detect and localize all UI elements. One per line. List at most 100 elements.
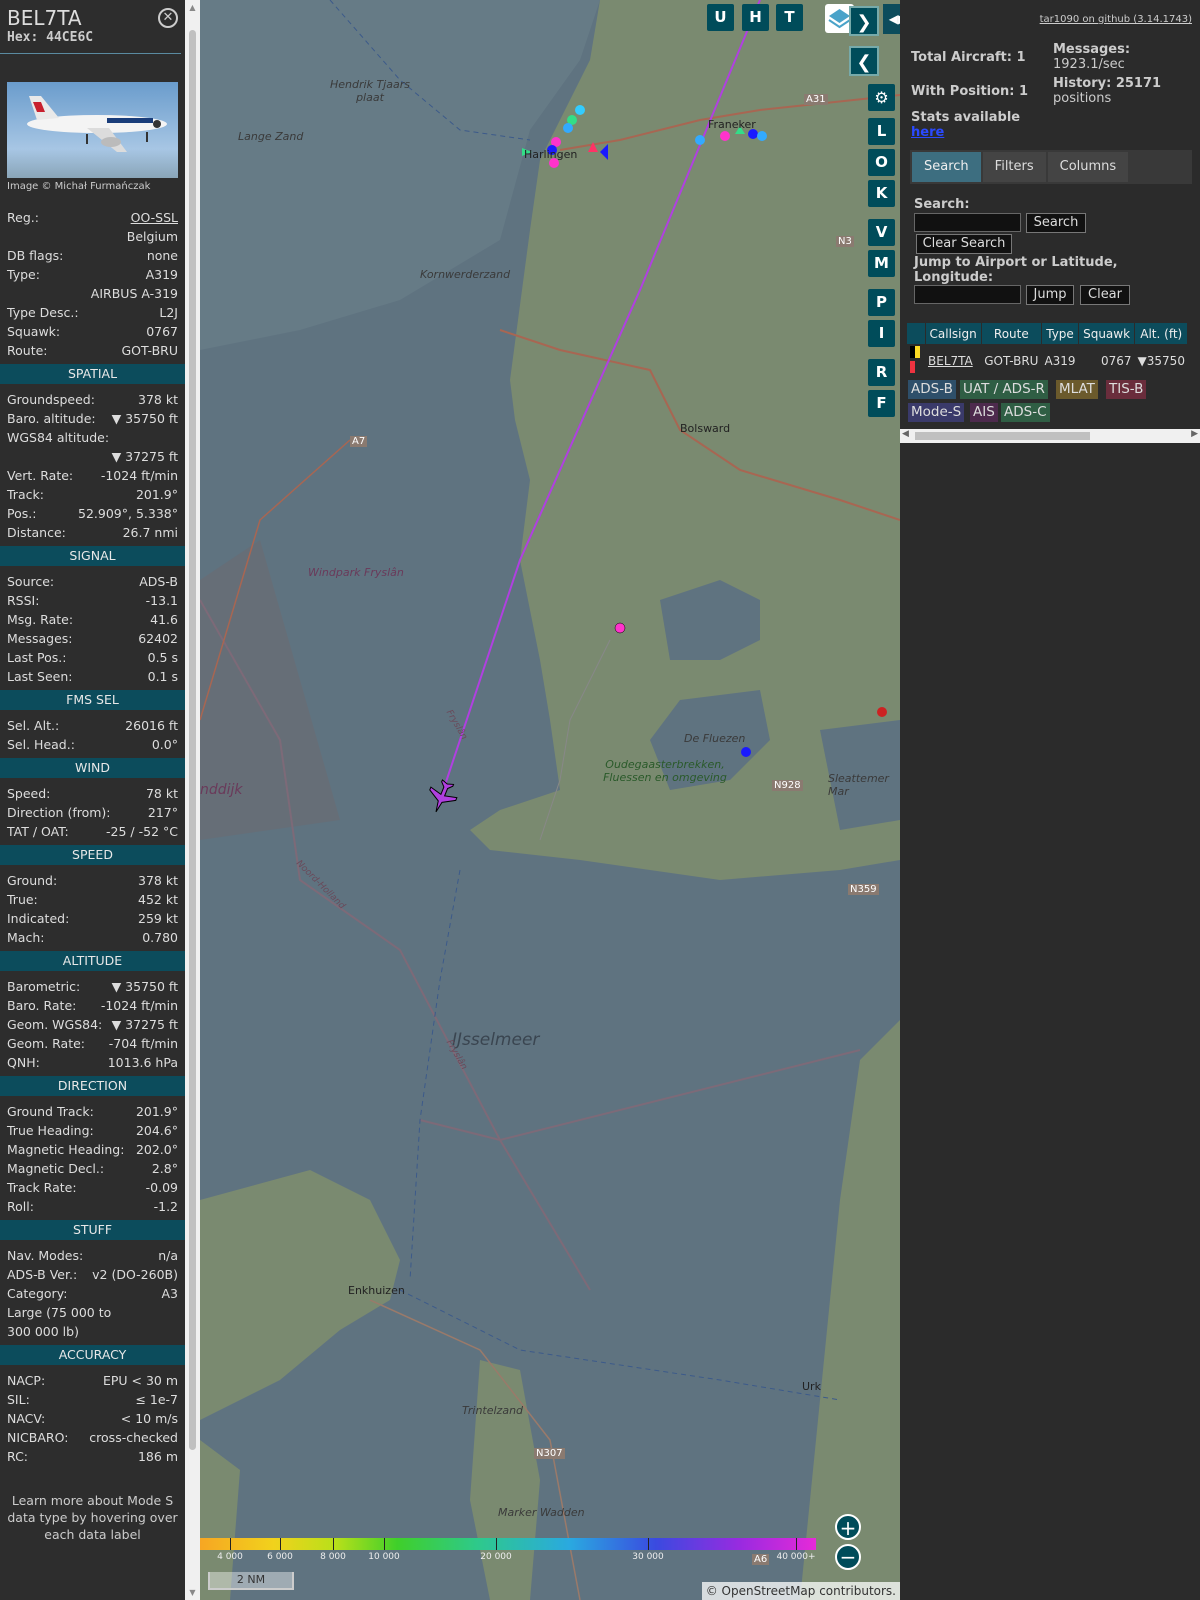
chevron-right-icon[interactable]: ❯ xyxy=(849,6,879,36)
column-header[interactable] xyxy=(907,323,926,345)
map-label: Franeker xyxy=(708,118,756,131)
info-value: -1.2 xyxy=(153,1199,178,1214)
info-value: n/a xyxy=(158,1248,178,1263)
jump-button[interactable]: Jump xyxy=(1026,285,1074,305)
column-header[interactable]: Alt. (ft) xyxy=(1134,323,1189,345)
info-value: 378 kt xyxy=(138,392,178,407)
map-button-r[interactable]: R xyxy=(868,359,895,386)
info-key: Reg.: xyxy=(7,210,39,225)
info-value: < 10 m/s xyxy=(120,1411,178,1426)
info-list: Reg.: OO-SSL Belgium DB flags: none Type: A319… xyxy=(0,208,185,1543)
info-key: Track Rate: xyxy=(7,1180,77,1195)
section-header: ALTITUDE xyxy=(0,951,185,971)
info-key: Geom. Rate: xyxy=(7,1036,86,1051)
info-value: 0767 xyxy=(146,324,178,339)
aircraft-table: Callsign Route Type Squawk Alt. (ft) BEL7TA … xyxy=(907,323,1189,376)
info-row: Route: GOT-BRU xyxy=(0,341,185,360)
info-row: AIRBUS A-319 xyxy=(0,284,185,303)
map-label: Windpark Fryslân xyxy=(308,566,404,579)
info-row: True Heading: 204.6° xyxy=(0,1121,185,1140)
info-value: 26.7 nmi xyxy=(122,525,178,540)
aircraft-detail-panel: BEL7TA Hex: 44CE6C ✕ Image © Michał Furm… xyxy=(0,0,185,1600)
tab-filters[interactable]: Filters xyxy=(982,152,1046,182)
map-button-v[interactable]: V xyxy=(868,219,895,246)
source-badge: Mode-S xyxy=(908,403,965,422)
info-value: GOT-BRU xyxy=(121,343,179,358)
info-row: Direction (from): 217° xyxy=(0,803,185,822)
info-key: Magnetic Heading: xyxy=(7,1142,125,1157)
info-value[interactable]: OO-SSL xyxy=(131,208,178,227)
info-row: QNH: 1013.6 hPa xyxy=(0,1053,185,1072)
map-label: A7 xyxy=(350,436,368,447)
info-row: TAT / OAT: -25 / -52 °C xyxy=(0,822,185,841)
tab-columns[interactable]: Columns xyxy=(1047,152,1129,182)
map-button-h[interactable]: H xyxy=(742,4,769,31)
map-label: A6 xyxy=(752,1554,770,1565)
info-value: ▼ 35750 ft xyxy=(111,979,178,994)
zoom-in-button[interactable]: + xyxy=(835,1514,861,1540)
table-row[interactable]: BEL7TA GOT-BRU A319 0767 ▼35750 xyxy=(907,344,1188,376)
map-button-p[interactable]: P xyxy=(868,289,895,316)
map-button-f[interactable]: F xyxy=(868,390,895,417)
info-row: Ground Track: 201.9° xyxy=(0,1102,185,1121)
info-key: Sel. Alt.: xyxy=(7,718,60,733)
column-header[interactable]: Callsign xyxy=(925,323,982,345)
scale-tick-label: 8 000 xyxy=(320,1552,346,1562)
messages-label: Messages: xyxy=(1053,42,1131,57)
info-row: Sel. Alt.: 26016 ft xyxy=(0,716,185,735)
table-horizontal-scrollbar[interactable]: ◀ ▶ xyxy=(900,429,1200,443)
jump-label: Jump to Airport or Latitude, Longitude: xyxy=(914,255,1118,285)
zoom-out-button[interactable]: − xyxy=(835,1544,861,1570)
github-link[interactable]: tar1090 on github (3.14.1743) xyxy=(1040,14,1192,25)
map-label: Kornwerderzand xyxy=(420,268,511,281)
map-label: Trintelzand xyxy=(462,1404,524,1417)
map-button-o[interactable]: O xyxy=(868,149,895,176)
row-callsign[interactable]: BEL7TA xyxy=(925,344,982,376)
section-header: ACCURACY xyxy=(0,1345,185,1365)
jump-input[interactable] xyxy=(914,285,1021,304)
info-key: Category: xyxy=(7,1286,68,1301)
expand-panel-icon[interactable]: ◀▶ xyxy=(883,4,900,34)
gear-icon[interactable]: ⚙ xyxy=(868,84,895,111)
map-button-i[interactable]: I xyxy=(868,320,895,347)
info-value: 204.6° xyxy=(135,1123,178,1138)
chevron-left-icon[interactable]: ❮ xyxy=(849,46,879,76)
info-key: Speed: xyxy=(7,786,51,801)
info-row: Sel. Head.: 0.0° xyxy=(0,735,185,754)
info-row: Category: A3 xyxy=(0,1284,185,1303)
column-header[interactable]: Route xyxy=(981,323,1042,345)
map-attribution[interactable]: © OpenStreetMap contributors. xyxy=(701,1582,900,1600)
map-button-m[interactable]: M xyxy=(868,250,895,277)
info-row: Roll: -1.2 xyxy=(0,1197,185,1216)
info-key: Pos.: xyxy=(7,506,37,521)
info-value: -25 / -52 °C xyxy=(106,824,178,839)
clear-jump-button[interactable]: Clear xyxy=(1080,285,1130,305)
search-input[interactable] xyxy=(914,213,1021,232)
info-row: Type: A319 xyxy=(0,265,185,284)
map-button-t[interactable]: T xyxy=(776,4,803,31)
scale-tick-label: 10 000 xyxy=(368,1552,400,1562)
search-button[interactable]: Search xyxy=(1026,213,1086,233)
info-row: Vert. Rate: -1024 ft/min xyxy=(0,466,185,485)
info-key: 300 000 lb) xyxy=(7,1324,79,1339)
column-header[interactable]: Squawk xyxy=(1078,323,1136,345)
column-header[interactable]: Type xyxy=(1041,323,1080,345)
clear-search-button[interactable]: Clear Search xyxy=(916,234,1012,254)
map-button-l[interactable]: L xyxy=(868,118,895,145)
stats-here-link[interactable]: here xyxy=(911,125,944,140)
info-key: True Heading: xyxy=(7,1123,94,1138)
info-value: 0.5 s xyxy=(147,650,178,665)
aircraft-photo[interactable] xyxy=(7,82,178,178)
image-credit: Image © Michał Furmańczak xyxy=(7,181,151,192)
section-header: WIND xyxy=(0,758,185,778)
info-key: Sel. Head.: xyxy=(7,737,75,752)
info-key: Source: xyxy=(7,574,55,589)
info-row: ADS-B Ver.: v2 (DO-260B) xyxy=(0,1265,185,1284)
map-view[interactable]: Hendrik Tjaars plaat Lange Zand Harlingen F… xyxy=(200,0,900,1600)
map-button-u[interactable]: U xyxy=(707,4,734,31)
close-icon[interactable]: ✕ xyxy=(158,8,178,28)
tab-search[interactable]: Search xyxy=(912,152,981,182)
left-scrollbar[interactable]: ▲ ▼ xyxy=(185,0,200,1600)
map-button-k[interactable]: K xyxy=(868,180,895,207)
info-key: Type: xyxy=(7,267,40,282)
